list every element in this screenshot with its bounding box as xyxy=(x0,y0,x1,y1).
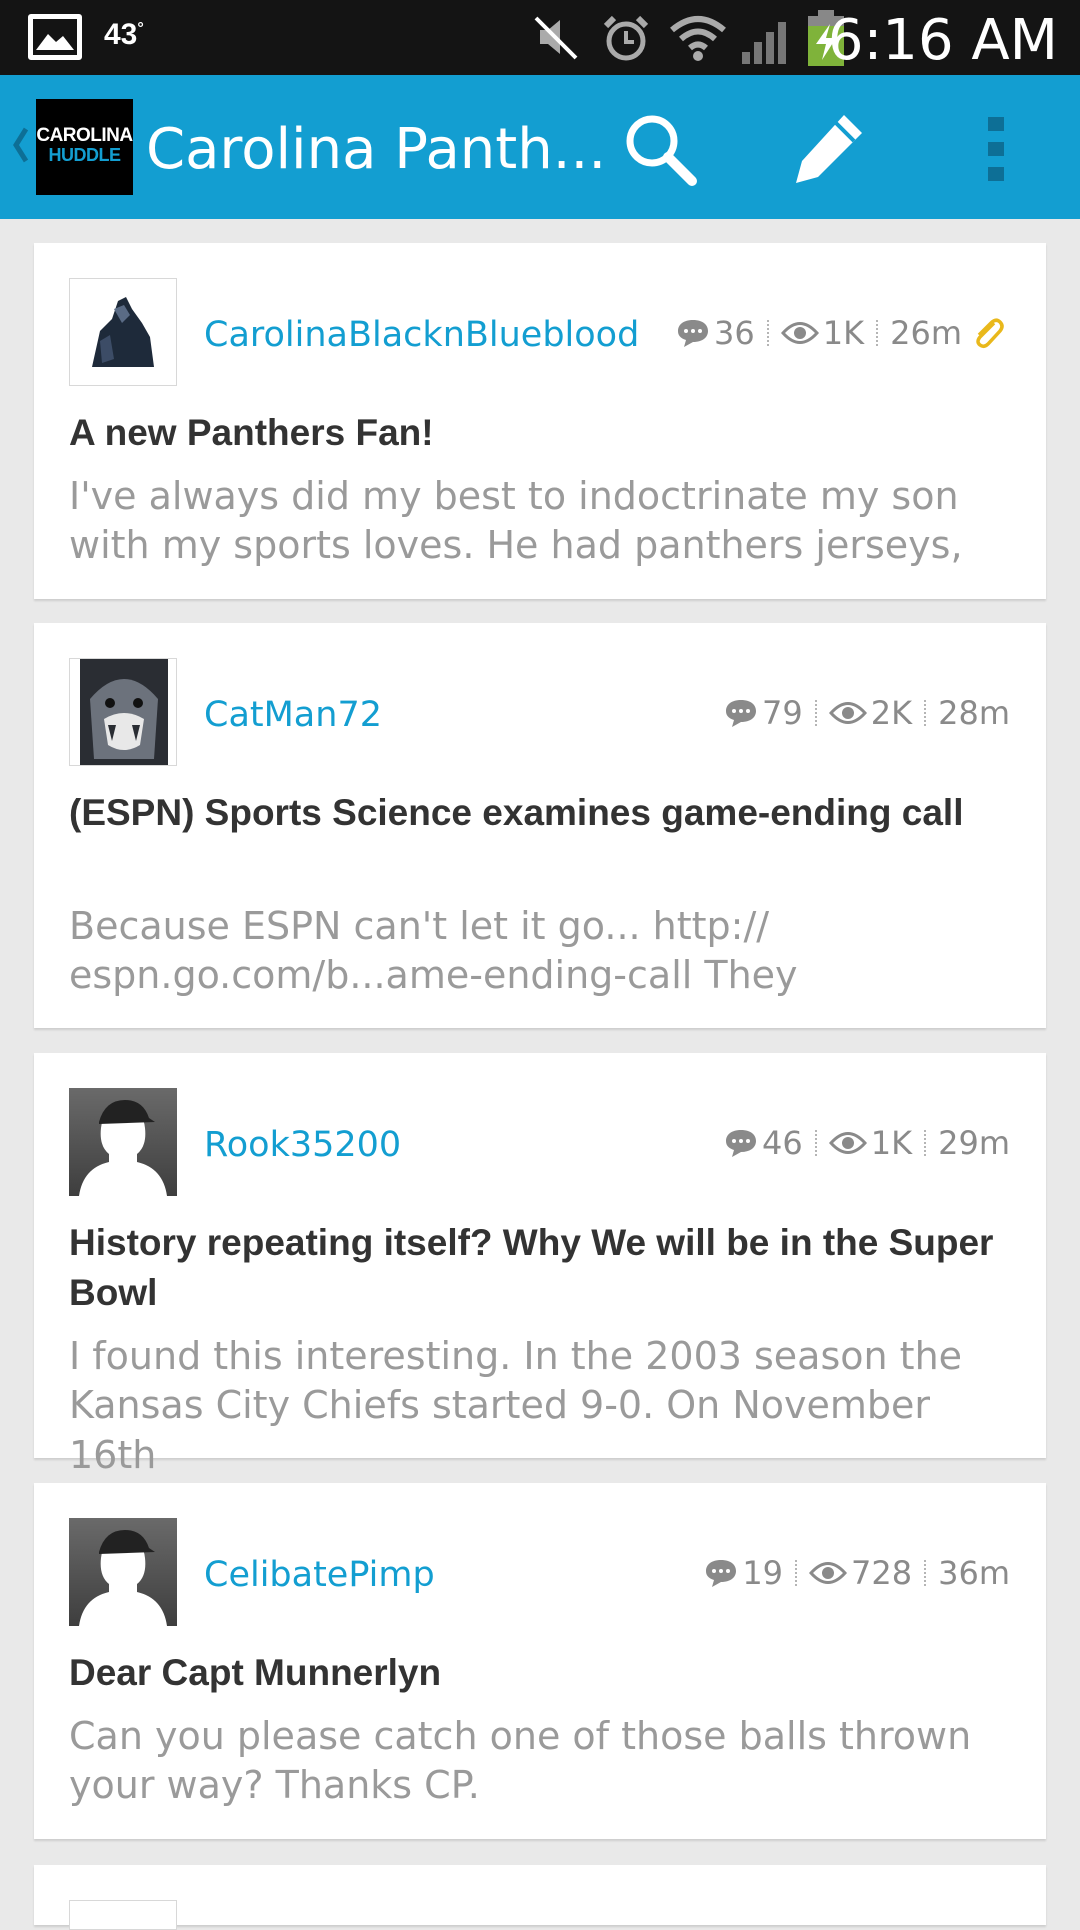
overflow-menu-icon[interactable] xyxy=(984,109,1008,189)
signal-icon xyxy=(742,22,786,64)
attachment-icon xyxy=(976,318,1004,349)
view-count: 2K xyxy=(870,694,913,732)
replies-icon xyxy=(678,320,709,347)
back-chevron-icon[interactable] xyxy=(10,125,30,165)
views-icon xyxy=(809,1562,848,1584)
mute-icon xyxy=(534,16,578,60)
forum-title[interactable]: Carolina Panth... xyxy=(146,117,606,182)
views-icon xyxy=(780,322,819,344)
clock: 6:16 AM xyxy=(827,8,1058,73)
compose-icon[interactable] xyxy=(788,109,868,189)
thread-meta: 79 2K 28m xyxy=(724,693,1010,733)
thread-excerpt-line: Can you please catch one of those balls … xyxy=(69,1714,972,1758)
thread-meta: 19 728 36m xyxy=(704,1553,1010,1593)
view-count: 1K xyxy=(870,1124,913,1162)
post-age: 29m xyxy=(938,1124,1010,1162)
avatar[interactable] xyxy=(69,658,177,766)
thread-card[interactable]: CarolinaBlacknBlueblood 36 1K 26m A new … xyxy=(34,243,1046,599)
temperature: 43° xyxy=(104,18,144,51)
post-age: 36m xyxy=(938,1554,1010,1592)
replies-icon xyxy=(706,1560,737,1587)
thread-excerpt-line: with my sports loves. He had panthers je… xyxy=(69,523,963,567)
thread-title[interactable]: A new Panthers Fan! xyxy=(69,408,1019,458)
thread-author[interactable]: CatMan72 xyxy=(204,695,382,735)
reply-count: 36 xyxy=(714,314,755,352)
views-icon xyxy=(828,1132,867,1154)
search-icon[interactable] xyxy=(620,109,700,189)
thread-author[interactable]: Rook35200 xyxy=(204,1125,401,1165)
reply-count: 46 xyxy=(762,1124,803,1162)
replies-icon xyxy=(726,700,757,727)
reply-count: 79 xyxy=(762,694,803,732)
thread-card[interactable]: Rook35200 46 1K 29m History repeating it… xyxy=(34,1053,1046,1477)
thread-excerpt-line: your way? Thanks CP. xyxy=(69,1763,480,1807)
thread-author[interactable]: CelibatePimp xyxy=(204,1555,435,1595)
reply-count: 19 xyxy=(742,1554,784,1592)
views-icon xyxy=(828,702,867,724)
thread-meta: 36 1K 26m xyxy=(676,313,1010,353)
avatar[interactable] xyxy=(69,1088,177,1196)
thread-card[interactable]: CelibatePimp 19 728 36m Dear Capt Munner… xyxy=(34,1483,1046,1839)
view-count: 728 xyxy=(851,1554,913,1592)
alarm-icon xyxy=(603,15,649,61)
thread-card[interactable]: CatMan72 79 2K 28m (ESPN) Sports Science… xyxy=(34,623,1046,1028)
thread-title[interactable]: History repeating itself? Why We will be… xyxy=(69,1218,1019,1318)
thread-excerpt-line: Because ESPN can't let it go... http:// xyxy=(69,904,770,948)
thread-author[interactable]: CarolinaBlacknBlueblood xyxy=(204,315,639,355)
post-age: 26m xyxy=(890,314,962,352)
avatar[interactable] xyxy=(69,1518,177,1626)
thread-excerpt-line: espn.go.com/b...ame-ending-call They xyxy=(69,953,798,997)
avatar[interactable] xyxy=(69,278,177,386)
wifi-icon xyxy=(670,16,726,61)
thread-title[interactable]: (ESPN) Sports Science examines game-endi… xyxy=(69,788,1019,838)
gallery-icon xyxy=(28,14,82,60)
view-count: 1K xyxy=(822,314,865,352)
action-bar: CAROLINA HUDDLE Carolina Panth... xyxy=(0,75,1080,219)
replies-icon xyxy=(726,1130,757,1157)
thread-card[interactable] xyxy=(34,1865,1046,1930)
thread-excerpt-line: I found this interesting. In the 2003 se… xyxy=(69,1334,963,1378)
avatar[interactable] xyxy=(69,1900,177,1930)
thread-title[interactable]: Dear Capt Munnerlyn xyxy=(69,1648,1019,1698)
thread-meta: 46 1K 29m xyxy=(724,1123,1010,1163)
thread-excerpt-line: I've always did my best to indoctrinate … xyxy=(69,474,959,518)
forum-logo[interactable]: CAROLINA HUDDLE xyxy=(36,99,133,195)
thread-excerpt-line: Kansas City Chiefs started 9-0. On Novem… xyxy=(69,1383,931,1477)
post-age: 28m xyxy=(938,694,1010,732)
status-bar: 43° 6:16 AM xyxy=(0,0,1080,75)
